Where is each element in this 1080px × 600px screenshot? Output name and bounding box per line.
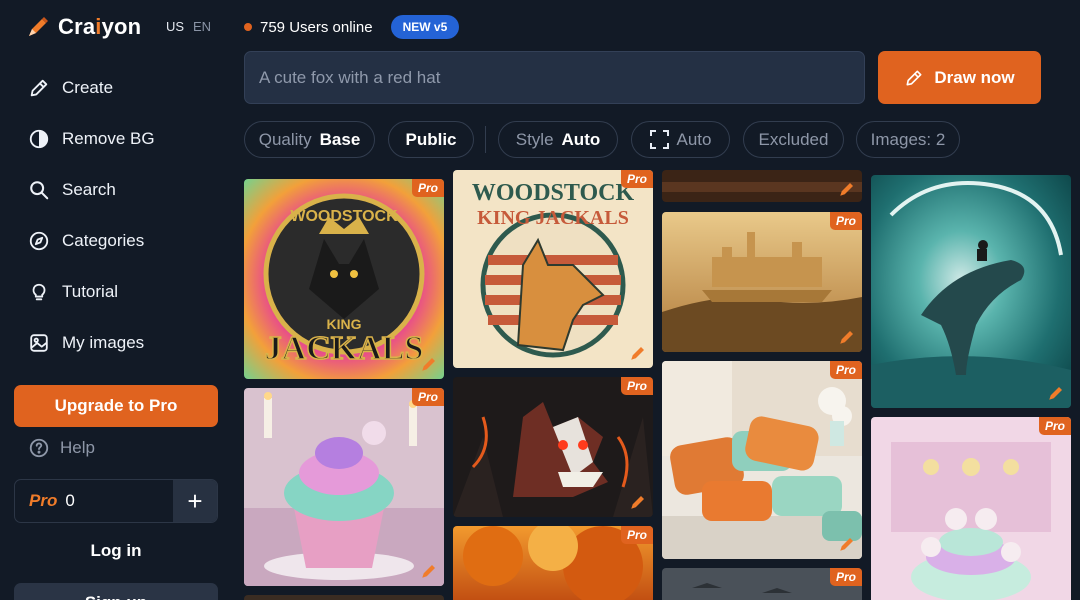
prompt-input[interactable]	[244, 51, 865, 104]
sidebar-item-label: Create	[62, 77, 114, 97]
sidebar-item-label: Tutorial	[62, 281, 119, 301]
add-credits-button[interactable]: +	[173, 480, 217, 522]
gallery-image[interactable]	[662, 170, 862, 202]
style-value: Auto	[561, 129, 601, 149]
brand-name: Craiyon	[58, 14, 142, 39]
draw-now-button[interactable]: Draw now	[878, 51, 1041, 104]
quality-filter[interactable]: Quality Base	[244, 121, 375, 158]
sidebar-item-label: Categories	[62, 230, 145, 250]
excluded-filter[interactable]: Excluded	[743, 121, 844, 158]
images-count-filter[interactable]: Images: 2	[856, 121, 960, 158]
tile-text: WOODSTOCK	[472, 180, 635, 206]
draw-now-label: Draw now	[934, 67, 1015, 87]
upgrade-to-pro-button[interactable]: Upgrade to Pro	[14, 385, 218, 427]
gallery-image[interactable]: Pro	[662, 568, 862, 600]
pro-label: Pro	[29, 491, 58, 510]
lightbulb-icon	[32, 283, 46, 300]
edit-pencil-icon[interactable]	[629, 493, 647, 511]
pencil-icon	[30, 79, 48, 96]
pro-credits-box: Pro 0 +	[14, 479, 218, 523]
quality-label: Quality	[258, 129, 312, 149]
edit-pencil-icon[interactable]	[629, 344, 647, 362]
online-dot-icon	[244, 23, 252, 31]
online-status: 759 Users online NEW v5	[244, 15, 460, 39]
edit-pencil-icon[interactable]	[420, 355, 438, 373]
sidebar-nav: Create Remove BG Search Categories Tutor…	[28, 62, 155, 368]
gallery-image[interactable]: Pro	[662, 361, 862, 559]
aspect-square-icon	[649, 130, 669, 149]
pro-badge: Pro	[829, 361, 862, 379]
pro-credit-count: 0	[65, 491, 75, 510]
edit-pencil-icon[interactable]	[838, 180, 856, 198]
sidebar-item-my-images[interactable]: My images	[28, 317, 155, 368]
edit-pencil-icon[interactable]	[838, 328, 856, 346]
aspect-filter[interactable]: Auto	[631, 121, 730, 158]
half-circle-icon	[29, 129, 49, 148]
new-version-badge[interactable]: NEW v5	[390, 15, 460, 39]
edit-pencil-icon[interactable]	[838, 535, 856, 553]
help-label: Help	[60, 438, 95, 457]
gallery-image[interactable]: Pro	[244, 388, 444, 586]
top-partial-image	[662, 170, 862, 202]
gallery-image[interactable]: Pro	[453, 526, 653, 600]
signup-button[interactable]: Sign up	[14, 583, 218, 600]
style-label: Style	[515, 129, 554, 149]
dark-wolf-image	[453, 377, 653, 517]
pro-badge: Pro	[620, 377, 653, 395]
sidebar-item-label: My images	[62, 332, 145, 352]
gallery-image[interactable]	[244, 595, 444, 600]
sidebar-item-remove-bg[interactable]: Remove BG	[28, 113, 155, 164]
sidebar-item-label: Remove BG	[62, 128, 155, 148]
desert-castle-image	[662, 212, 862, 352]
style-filter[interactable]: Style Auto	[498, 121, 618, 158]
sidebar-item-create[interactable]: Create	[28, 62, 155, 113]
pro-badge: Pro	[620, 526, 653, 544]
quality-value: Base	[319, 129, 361, 149]
filter-divider	[485, 126, 486, 153]
image-icon	[30, 333, 48, 352]
jackals-retro-image: WOODSTOCK KING JACKALS	[453, 170, 653, 368]
users-online-count: 759 Users online	[260, 18, 373, 36]
gallery-image[interactable]: WOODSTOCK KING JACKALS Pro	[244, 179, 444, 379]
gallery-image[interactable]: Pro	[871, 417, 1071, 600]
language-en[interactable]: EN	[193, 19, 211, 34]
jackals-tiedye-image: WOODSTOCK KING JACKALS	[244, 179, 444, 379]
gallery-image[interactable]: Pro	[662, 212, 862, 352]
pastel-cake-image	[871, 417, 1071, 600]
pro-badge: Pro	[829, 568, 862, 586]
question-circle-icon	[29, 438, 49, 458]
pro-badge: Pro	[1038, 417, 1071, 435]
visibility-filter[interactable]: Public	[388, 121, 474, 158]
sidebar-item-tutorial[interactable]: Tutorial	[28, 266, 155, 317]
pro-badge: Pro	[411, 388, 444, 406]
brand-logo[interactable]: Craiyon	[26, 14, 141, 40]
pro-badge: Pro	[829, 212, 862, 230]
language-us[interactable]: US	[166, 19, 184, 34]
edit-pencil-icon[interactable]	[1047, 384, 1065, 402]
cupcake-image	[244, 388, 444, 586]
aspect-value: Auto	[676, 129, 712, 149]
tile-text: WOODSTOCK	[290, 208, 398, 225]
eraser-icon	[906, 70, 922, 85]
pro-badge: Pro	[411, 179, 444, 197]
gallery-image[interactable]	[871, 175, 1071, 408]
pro-badge: Pro	[620, 170, 653, 188]
wave-whale-image	[871, 175, 1071, 408]
sidebar-item-label: Search	[62, 179, 116, 199]
tile-text: KING JACKALS	[477, 207, 629, 229]
sidebar-item-categories[interactable]: Categories	[28, 215, 155, 266]
search-icon	[30, 180, 49, 199]
login-button[interactable]: Log in	[14, 541, 218, 561]
sidebar-item-search[interactable]: Search	[28, 164, 155, 215]
compass-icon	[29, 231, 49, 250]
sidebar: Craiyon US EN Create Remove BG Search Ca…	[0, 0, 232, 600]
image-gallery: WOODSTOCK KING JACKALS Pro Pro WOODSTOCK…	[244, 170, 1080, 600]
pillows-bed-image	[662, 361, 862, 559]
help-link[interactable]: Help	[28, 437, 95, 459]
gallery-image[interactable]: Pro	[453, 377, 653, 517]
tile-text: JACKALS	[265, 330, 424, 367]
edit-pencil-icon[interactable]	[420, 562, 438, 580]
gallery-image[interactable]: WOODSTOCK KING JACKALS Pro	[453, 170, 653, 368]
crayon-icon	[29, 17, 48, 36]
